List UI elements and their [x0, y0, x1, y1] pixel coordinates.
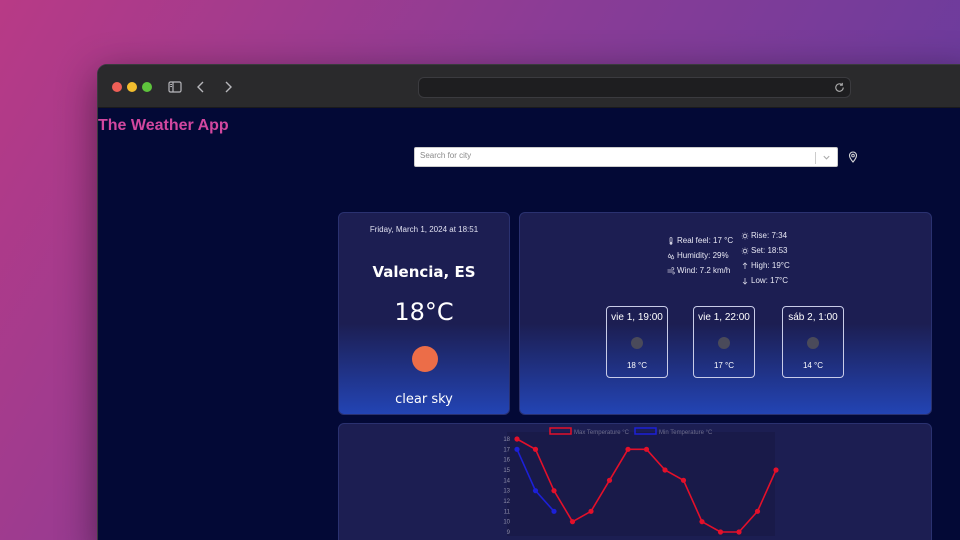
- data-point: [551, 488, 557, 494]
- reload-icon[interactable]: [833, 81, 846, 94]
- forecast-temp: 18 °C: [626, 361, 648, 370]
- data-point: [569, 519, 576, 525]
- humidity-icon: [667, 252, 675, 259]
- forecast-time: vie 1, 22:00: [698, 312, 750, 323]
- legend-label: Min Temperature °C: [659, 430, 713, 436]
- temperature-chart-card: 9 10 11 12 13 14 15 16 17 18 Max Temperature °C Min…: [338, 423, 932, 540]
- details-right-column: Rise: 7:34 Set: 18:53 High: 19°C Low: 17…: [741, 228, 790, 288]
- forecast-card[interactable]: vie 1, 19:00 18 °C: [606, 306, 668, 378]
- plot-area: [507, 432, 775, 536]
- sunrise-icon: [741, 232, 749, 239]
- browser-toolbar: [98, 65, 960, 108]
- browser-window: The Weather App Search for city Friday, …: [97, 64, 960, 540]
- humidity-text: Humidity: 29%: [677, 251, 729, 260]
- current-date: Friday, March 1, 2024 at 18:51: [369, 225, 479, 234]
- data-point: [754, 508, 761, 514]
- y-tick-label: 13: [503, 489, 510, 495]
- data-point: [662, 467, 668, 473]
- y-tick-label: 10: [503, 520, 510, 526]
- y-tick-label: 16: [503, 458, 510, 464]
- maximize-window-button[interactable]: [142, 82, 152, 92]
- location-pin-icon[interactable]: [847, 151, 859, 163]
- forecast-card[interactable]: sáb 2, 1:00 14 °C: [782, 306, 844, 378]
- data-point: [680, 477, 687, 483]
- forecast-time: vie 1, 19:00: [611, 312, 663, 323]
- weather-icon: [631, 337, 643, 349]
- current-temperature: 18°C: [394, 298, 454, 326]
- y-tick-label: 17: [503, 447, 510, 453]
- forecast-card[interactable]: vie 1, 22:00 17 °C: [693, 306, 755, 378]
- data-point: [514, 446, 520, 452]
- real-feel-row: Real feel: 17 °C: [667, 233, 733, 248]
- weather-icon: [807, 337, 819, 349]
- arrow-up-icon: [742, 261, 748, 269]
- weather-description: clear sky: [395, 392, 453, 407]
- app-title: The Weather App: [98, 117, 229, 134]
- humidity-row: Humidity: 29%: [667, 248, 733, 263]
- sunset-text: Set: 18:53: [751, 246, 788, 255]
- y-tick-label: 14: [503, 478, 510, 484]
- chevron-down-icon[interactable]: [822, 153, 831, 162]
- current-weather-card: Friday, March 1, 2024 at 18:51 Valencia,…: [338, 212, 510, 415]
- data-point: [699, 519, 705, 525]
- data-point: [551, 508, 557, 514]
- arrow-down-icon: [742, 277, 748, 285]
- sidebar-icon[interactable]: [166, 78, 184, 96]
- y-tick-label: 12: [503, 499, 510, 505]
- high-text: High: 19°C: [751, 261, 790, 270]
- wind-icon: [667, 266, 675, 274]
- low-row: Low: 17°C: [741, 273, 790, 288]
- real-feel-text: Real feel: 17 °C: [677, 236, 734, 245]
- minimize-window-button[interactable]: [127, 82, 137, 92]
- data-point: [532, 488, 539, 494]
- city-search-input[interactable]: Search for city: [414, 147, 838, 167]
- data-point: [588, 508, 594, 514]
- address-bar[interactable]: [418, 77, 851, 98]
- sunset-icon: [741, 247, 749, 254]
- data-point: [717, 529, 724, 535]
- data-point: [606, 477, 613, 483]
- wind-text: Wind: 7.2 km/h: [677, 266, 731, 275]
- sunrise-row: Rise: 7:34: [741, 228, 790, 243]
- page-content: The Weather App Search for city Friday, …: [98, 108, 960, 540]
- y-tick-label: 15: [503, 468, 510, 474]
- high-row: High: 19°C: [741, 258, 790, 273]
- low-text: Low: 17°C: [751, 276, 788, 285]
- search-placeholder: Search for city: [420, 151, 472, 160]
- forecast-time: sáb 2, 1:00: [788, 312, 838, 323]
- close-window-button[interactable]: [112, 82, 122, 92]
- wind-row: Wind: 7.2 km/h: [667, 263, 733, 278]
- sunset-row: Set: 18:53: [741, 243, 790, 258]
- thermometer-icon: [669, 236, 673, 245]
- data-point: [532, 446, 539, 452]
- y-tick-label: 11: [504, 509, 511, 515]
- sun-icon: [412, 346, 438, 372]
- data-point: [643, 446, 650, 452]
- sunrise-text: Rise: 7:34: [751, 231, 788, 240]
- data-point: [514, 436, 520, 442]
- forecast-temp: 17 °C: [713, 361, 735, 370]
- forecast-temp: 14 °C: [802, 361, 824, 370]
- data-point: [773, 467, 779, 473]
- city-name: Valencia, ES: [372, 263, 476, 281]
- y-tick-label: 18: [503, 437, 510, 443]
- data-point: [736, 529, 742, 535]
- legend-label: Max Temperature °C: [574, 430, 630, 436]
- temperature-chart: 9101112131415161718Max Temperature °C Min…: [503, 427, 779, 536]
- details-left-column: Real feel: 17 °C Humidity: 29% Wind: 7.2…: [667, 233, 733, 278]
- data-point: [625, 446, 631, 452]
- weather-details-card: Real feel: 17 °C Humidity: 29% Wind: 7.2…: [519, 212, 932, 415]
- weather-icon: [718, 337, 730, 349]
- forward-icon[interactable]: [219, 78, 237, 96]
- search-divider: [815, 152, 816, 164]
- back-icon[interactable]: [192, 78, 210, 96]
